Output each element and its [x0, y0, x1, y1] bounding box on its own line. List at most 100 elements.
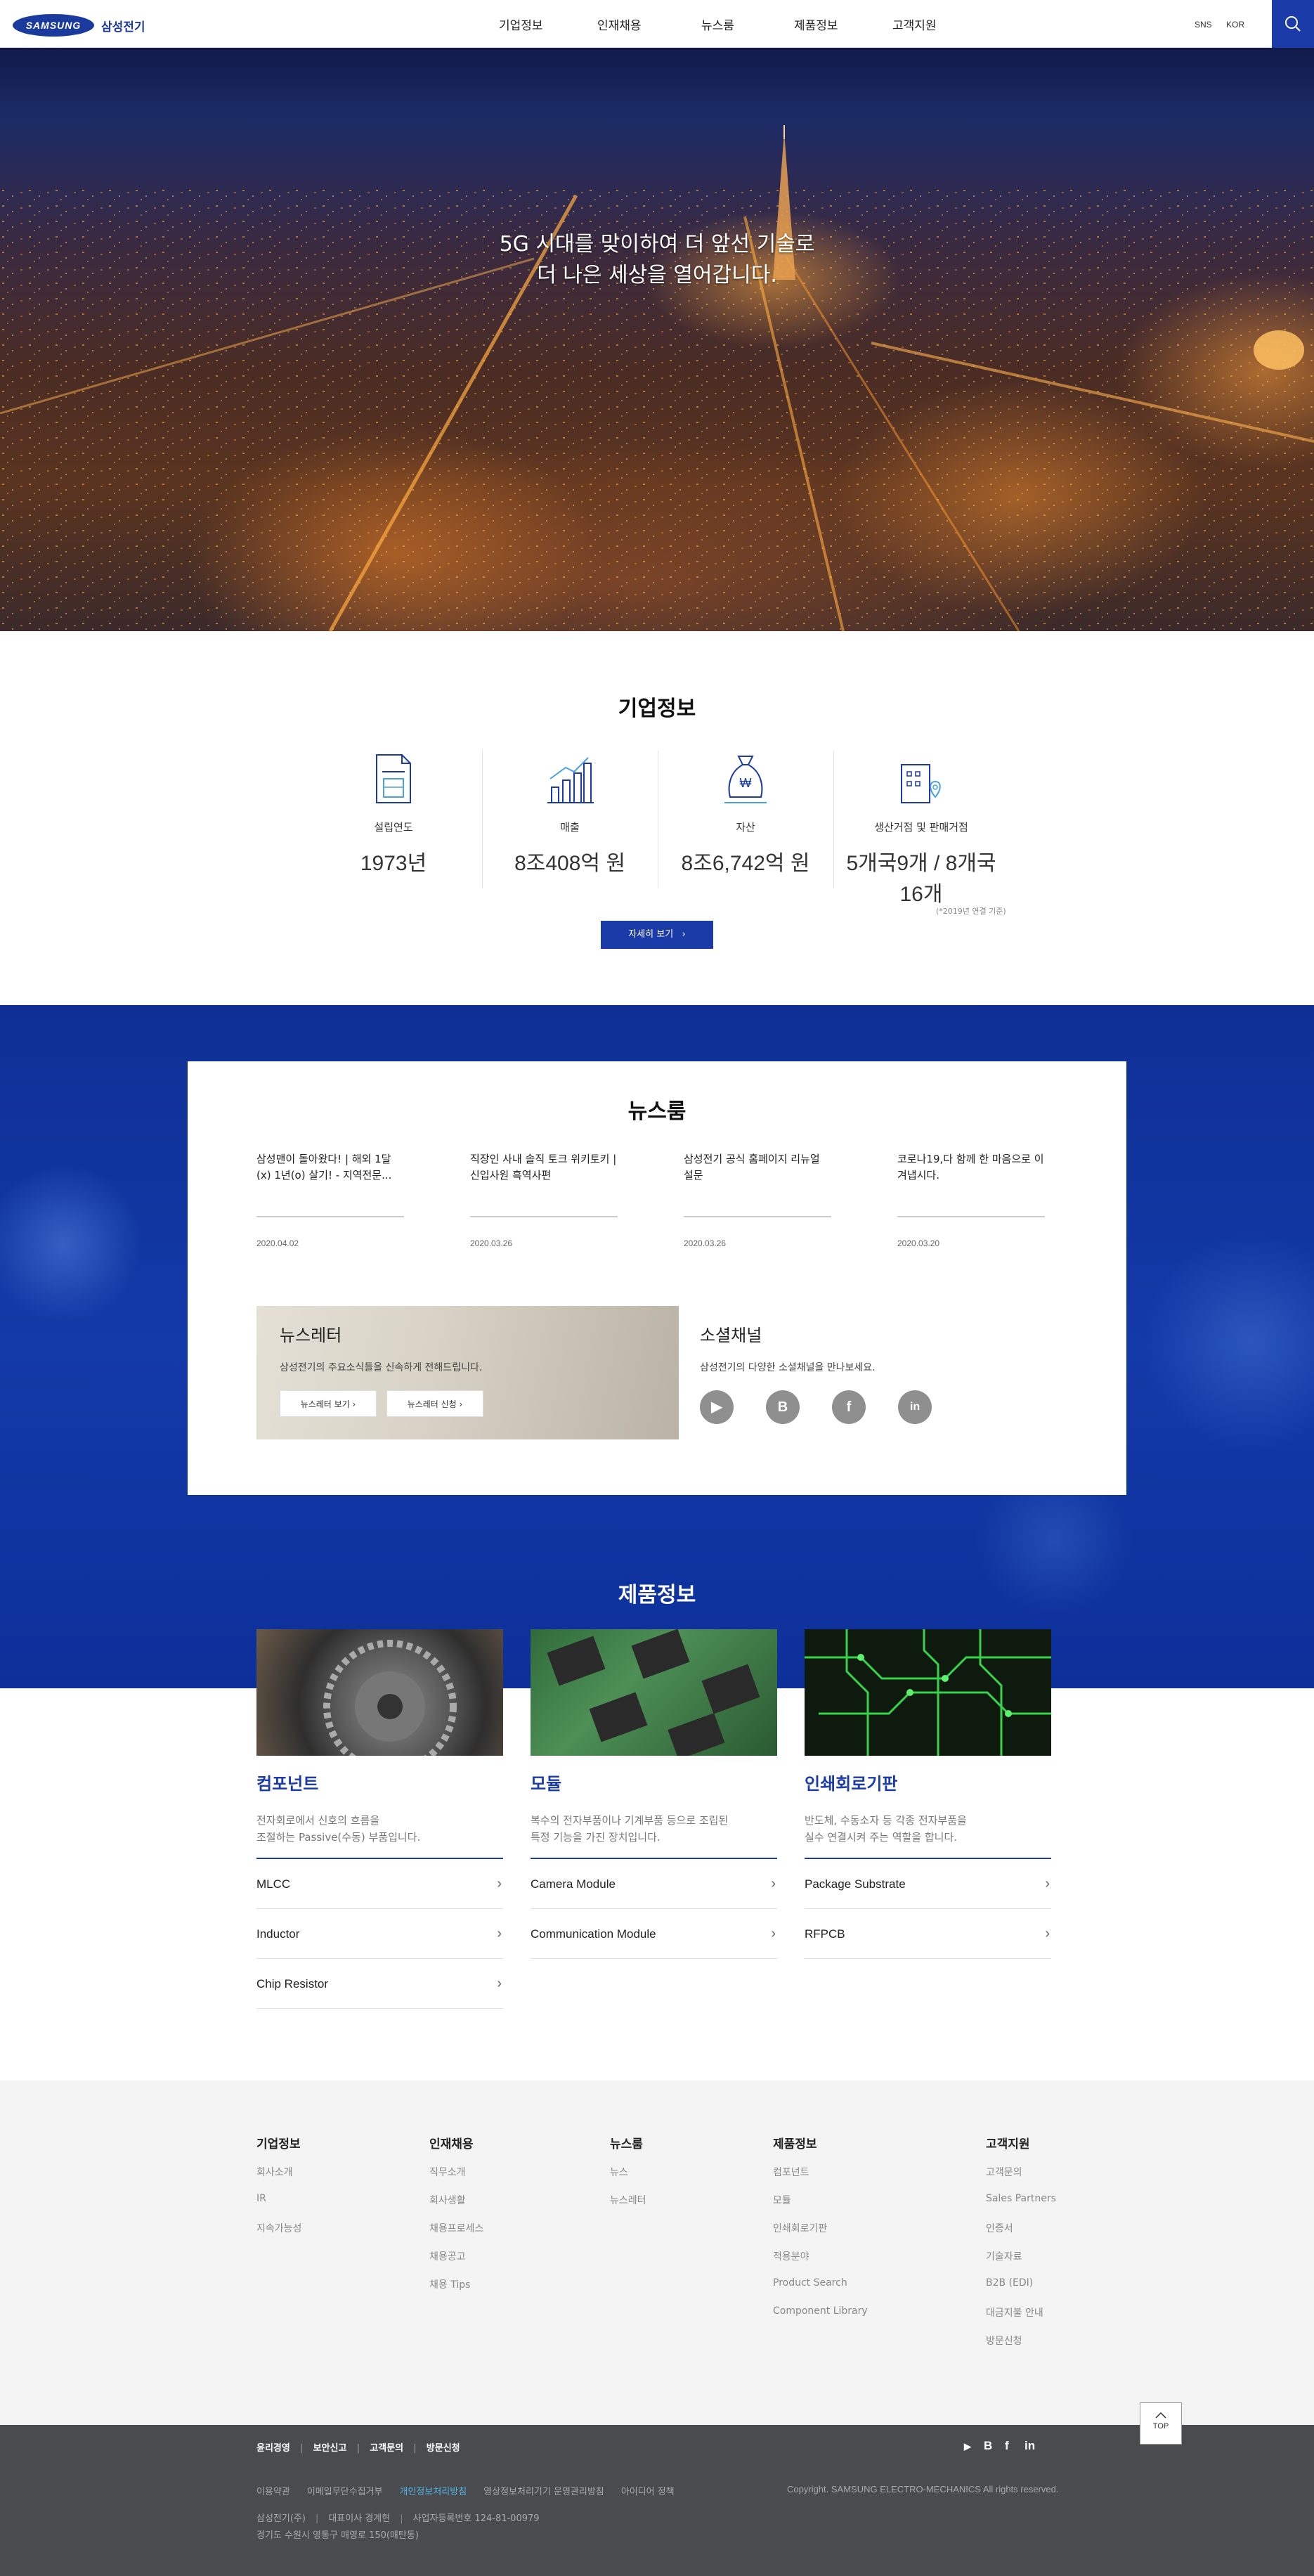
samsung-logo[interactable]: SAMSUNG [13, 14, 94, 37]
sitemap-heading-products[interactable]: 제품정보 [773, 2134, 817, 2151]
stat-value: 1973년 [360, 852, 427, 875]
newsletter-view-button[interactable]: 뉴스레터 보기 › [280, 1390, 377, 1417]
sitemap-link[interactable]: 지속가능성 [256, 2221, 301, 2235]
description-line: 특정 기능을 가진 장치입니다. [531, 1831, 661, 1844]
news-title[interactable]: 삼성맨이 돌아왔다! | 해외 1달(x) 1년(o) 살기! - 지역전문..… [256, 1151, 404, 1212]
sitemap-heading-newsroom[interactable]: 뉴스룸 [610, 2134, 643, 2151]
stat-value: 8조408억 원 [514, 852, 625, 875]
news-title[interactable]: 삼성전기 공식 홈페이지 리뉴얼 설문 [684, 1151, 831, 1212]
news-title[interactable]: 코로나19,다 함께 한 마음으로 이겨냅시다. [897, 1151, 1045, 1212]
sitemap-link[interactable]: 회사생활 [429, 2193, 466, 2207]
youtube-icon[interactable]: ▶ [700, 1390, 734, 1424]
footer-link[interactable]: 보안신고 [313, 2443, 347, 2454]
sns-link[interactable]: SNS [1195, 20, 1212, 30]
footer-link[interactable]: 고객문의 [370, 2443, 403, 2454]
policy-link[interactable]: 이용약관 [256, 2487, 290, 2497]
language-select[interactable]: KOR [1226, 20, 1244, 30]
sitemap-link[interactable]: 컴포넌트 [773, 2165, 809, 2179]
product-link-camera-module[interactable]: Camera Module › [531, 1859, 777, 1909]
linkedin-icon[interactable]: in [1024, 2439, 1044, 2453]
social-description: 삼성전기의 다양한 소셜채널을 만나보세요. [700, 1362, 876, 1373]
link-label: Package Substrate [805, 1877, 906, 1891]
policy-link[interactable]: 이메일무단수집거부 [307, 2487, 383, 2497]
sitemap-link[interactable]: 대금지불 안내 [986, 2305, 1043, 2319]
sitemap-link[interactable]: 채용공고 [429, 2249, 466, 2263]
chevron-right-icon: › [1045, 1876, 1050, 1891]
facebook-icon[interactable]: f [832, 1390, 866, 1424]
chevron-right-icon: › [497, 1976, 502, 1991]
sitemap-link[interactable]: 채용프로세스 [429, 2221, 483, 2235]
product-link-communication-module[interactable]: Communication Module › [531, 1909, 777, 1959]
sitemap-heading-careers[interactable]: 인재채용 [429, 2134, 474, 2151]
sitemap-link[interactable]: IR [256, 2193, 266, 2204]
policy-link[interactable]: 영상정보처리기기 운영관리방침 [483, 2487, 604, 2497]
sitemap-link[interactable]: 고객문의 [986, 2165, 1022, 2179]
module-product-image[interactable] [531, 1629, 777, 1756]
sitemap-link[interactable]: 직무소개 [429, 2165, 466, 2179]
newsletter-subscribe-button[interactable]: 뉴스레터 신청 › [386, 1390, 483, 1417]
brand-name[interactable]: 삼성전기 [101, 17, 145, 34]
sitemap-link[interactable]: Sales Partners [986, 2193, 1056, 2204]
product-link-inductor[interactable]: Inductor › [256, 1909, 503, 1959]
chevron-right-icon: › [771, 1876, 776, 1891]
footer-link[interactable]: 방문신청 [427, 2443, 460, 2454]
sitemap-link[interactable]: 채용 Tips [429, 2277, 470, 2291]
nav-support[interactable]: 고객지원 [892, 15, 937, 33]
sitemap-link[interactable]: 모듈 [773, 2193, 791, 2207]
facebook-icon[interactable]: f [1005, 2439, 1024, 2453]
hero-headline-line1: 5G 시대를 맞이하여 더 앞선 기술로 [499, 232, 815, 257]
company-info-title: 기업정보 [618, 697, 696, 721]
footer-link[interactable]: 윤리경영 [256, 2443, 290, 2454]
sitemap-link[interactable]: 뉴스레터 [610, 2193, 646, 2207]
sitemap-heading-support[interactable]: 고객지원 [986, 2134, 1030, 2151]
sitemap-link[interactable]: 기술자료 [986, 2249, 1022, 2263]
policy-link[interactable]: 아이디어 정책 [621, 2487, 675, 2497]
city-night-image [0, 125, 1314, 631]
product-link-package-substrate[interactable]: Package Substrate › [805, 1859, 1051, 1909]
sitemap [0, 2080, 1314, 2425]
youtube-icon[interactable]: ▶ [964, 2441, 984, 2452]
product-link-mlcc[interactable]: MLCC › [256, 1859, 503, 1909]
pcb-product-image[interactable] [805, 1629, 1051, 1756]
blog-icon[interactable]: B [984, 2439, 1005, 2453]
company-more-button[interactable]: 자세히 보기 › [601, 921, 713, 949]
sitemap-link[interactable]: 적용분야 [773, 2249, 809, 2263]
module-title[interactable]: 모듈 [531, 1770, 561, 1794]
nav-company[interactable]: 기업정보 [499, 15, 543, 33]
newsroom-title: 뉴스룸 [627, 1099, 687, 1124]
sitemap-link[interactable]: Component Library [773, 2305, 868, 2317]
news-card[interactable]: 삼성맨이 돌아왔다! | 해외 1달(x) 1년(o) 살기! - 지역전문..… [256, 1151, 404, 1248]
product-link-rfpcb[interactable]: RFPCB › [805, 1909, 1051, 1959]
sitemap-link[interactable]: 방문신청 [986, 2334, 1022, 2348]
blog-icon[interactable]: B [766, 1390, 800, 1424]
newsletter-description: 삼성전기의 주요소식들을 신속하게 전해드립니다. [280, 1362, 483, 1373]
scroll-top-button[interactable]: TOP [1140, 2402, 1182, 2445]
linkedin-icon[interactable]: in [898, 1390, 932, 1424]
pcb-title[interactable]: 인쇄회로기판 [805, 1770, 897, 1794]
news-card[interactable]: 직장인 사내 솔직 토크 위키토키 | 신입사원 흑역사편 2020.03.26 [470, 1151, 618, 1248]
product-link-chip-resistor[interactable]: Chip Resistor › [256, 1959, 503, 2009]
sitemap-link[interactable]: 뉴스 [610, 2165, 628, 2179]
component-product-image[interactable] [256, 1629, 503, 1756]
search-button[interactable] [1272, 0, 1314, 48]
founding-year-stat: 설립연도 1973년 [306, 751, 481, 876]
component-title[interactable]: 컴포넌트 [256, 1770, 318, 1794]
link-label: Communication Module [531, 1927, 656, 1941]
policy-link-privacy[interactable]: 개인정보처리방침 [399, 2487, 467, 2497]
sitemap-link[interactable]: B2B (EDI) [986, 2277, 1033, 2289]
nav-products[interactable]: 제품정보 [794, 15, 838, 33]
business-number: 사업자등록번호 124-81-00979 [412, 2513, 540, 2524]
chevron-right-icon: › [1045, 1926, 1050, 1941]
sitemap-link[interactable]: Product Search [773, 2277, 847, 2289]
nav-careers[interactable]: 인재채용 [597, 15, 642, 33]
chevron-right-icon: › [349, 1399, 356, 1409]
sitemap-link[interactable]: 인증서 [986, 2221, 1013, 2235]
news-card[interactable]: 코로나19,다 함께 한 마음으로 이겨냅시다. 2020.03.20 [897, 1151, 1045, 1248]
nav-newsroom[interactable]: 뉴스룸 [701, 15, 734, 33]
news-title[interactable]: 직장인 사내 솔직 토크 위키토키 | 신입사원 흑역사편 [470, 1151, 618, 1212]
news-card[interactable]: 삼성전기 공식 홈페이지 리뉴얼 설문 2020.03.26 [684, 1151, 831, 1248]
sitemap-link[interactable]: 인쇄회로기판 [773, 2221, 827, 2235]
sitemap-heading-company[interactable]: 기업정보 [256, 2134, 301, 2151]
stat-value: 8조6,742억 원 [681, 852, 810, 875]
sitemap-link[interactable]: 회사소개 [256, 2165, 293, 2179]
